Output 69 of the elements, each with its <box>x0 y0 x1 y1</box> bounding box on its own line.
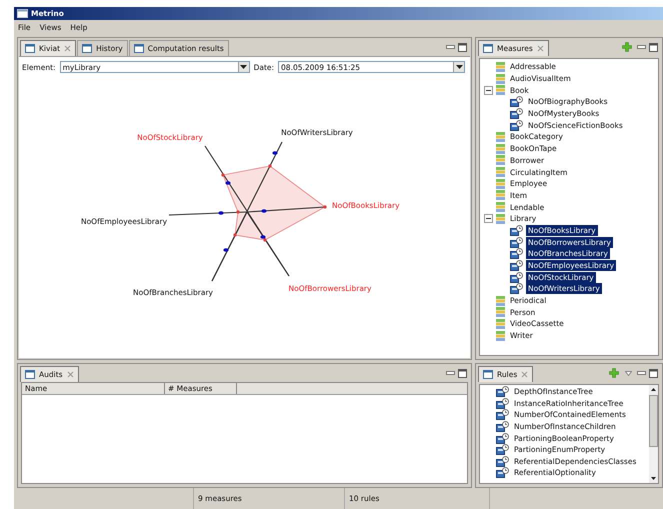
view-icon <box>82 44 92 53</box>
threshold-marker <box>218 211 224 215</box>
maximize-icon[interactable] <box>649 42 658 52</box>
measure-icon <box>510 260 523 272</box>
minimize-icon[interactable] <box>637 370 646 376</box>
maximize-icon[interactable] <box>649 368 658 378</box>
measure-icon <box>496 444 509 456</box>
threshold-marker <box>260 235 266 239</box>
minimize-icon[interactable] <box>446 44 455 50</box>
threshold-marker <box>225 181 231 185</box>
class-icon <box>496 307 505 318</box>
maximize-icon[interactable] <box>458 368 467 378</box>
app-icon <box>17 9 28 18</box>
class-icon <box>496 214 505 224</box>
class-icon <box>496 132 505 142</box>
measure-icon <box>496 456 509 467</box>
class-icon <box>496 144 505 154</box>
value-dot <box>233 233 237 237</box>
class-icon <box>496 62 505 72</box>
value-dot <box>268 164 272 168</box>
measure-icon <box>496 421 509 432</box>
class-icon <box>496 296 505 306</box>
measure-icon <box>510 248 523 260</box>
view-icon <box>25 44 35 53</box>
collapse-icon[interactable] <box>484 214 493 224</box>
threshold-marker <box>223 248 229 252</box>
class-icon <box>496 167 505 178</box>
minimize-icon[interactable] <box>446 370 455 376</box>
view-icon <box>483 370 493 379</box>
measure-icon <box>510 283 523 294</box>
close-icon[interactable] <box>66 371 74 378</box>
class-icon <box>496 330 505 341</box>
measure-icon <box>496 398 509 409</box>
class-icon <box>496 202 505 212</box>
class-icon <box>496 178 505 189</box>
close-icon[interactable] <box>536 45 544 52</box>
value-dot <box>323 205 327 209</box>
maximize-icon[interactable] <box>458 42 467 52</box>
class-icon <box>496 74 505 84</box>
close-icon[interactable] <box>64 45 72 52</box>
measure-icon <box>510 224 523 236</box>
view-icon <box>25 370 35 379</box>
add-icon[interactable] <box>609 368 619 378</box>
measure-icon <box>510 236 523 248</box>
class-icon <box>496 190 505 200</box>
view-icon <box>134 44 144 53</box>
class-icon <box>496 318 505 329</box>
minimize-icon[interactable] <box>637 44 646 50</box>
measure-icon <box>496 409 509 420</box>
dropdown-arrow-icon <box>240 65 248 69</box>
measure-icon <box>510 108 523 120</box>
dropdown-arrow-icon <box>456 65 462 69</box>
view-icon <box>483 44 493 53</box>
add-icon[interactable] <box>622 42 632 52</box>
measure-icon <box>496 467 509 478</box>
measure-icon <box>510 96 523 108</box>
measure-icon <box>510 272 523 283</box>
close-icon[interactable] <box>521 371 528 378</box>
value-dot <box>236 210 240 214</box>
threshold-marker <box>272 151 278 155</box>
threshold-marker <box>261 209 267 213</box>
value-dot <box>263 238 267 242</box>
collapse-icon[interactable] <box>484 86 493 95</box>
measure-icon <box>510 120 523 131</box>
view-menu-icon[interactable] <box>625 370 632 376</box>
measure-icon <box>496 432 509 444</box>
class-icon <box>496 155 505 166</box>
value-dot <box>221 173 225 177</box>
class-icon <box>496 85 505 96</box>
